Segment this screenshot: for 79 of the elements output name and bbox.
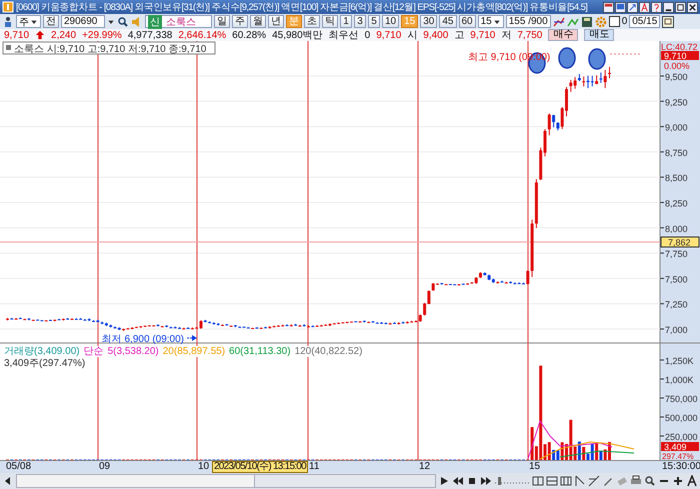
sell-button[interactable]: 매도 [584,29,614,41]
quote-label: 고 [454,29,464,42]
quote-value: 2,646.14% [178,30,226,40]
quote-value: 4,977,338 [128,30,172,40]
interval-dropdown[interactable]: 15 [478,15,504,28]
volume-legend-item: 단순 [84,346,104,357]
x-axis-label: 09 [99,461,110,473]
x-axis-label: 10 [198,461,210,473]
period-tab[interactable]: 주 [232,15,248,28]
quote-value: 9,710 [470,30,496,40]
interval-button[interactable]: 45 [439,15,456,28]
checkbox-label: 0 [622,16,628,27]
volume-axis-label: 750,000 [665,394,698,404]
price-axis-label: 9,000 [665,122,688,133]
price-axis-label: 8,500 [665,173,688,184]
date-field[interactable]: 05/15 [629,15,660,28]
price-axis-label: 8,750 [665,148,688,158]
volume-legend-item: 거래량(3,409.00) [4,346,80,357]
volume-axis-label: 250,000 [665,432,698,442]
price-axis-label: 7,250 [665,300,688,310]
quote-label: 시 [407,29,418,42]
volume-legend-item: 60(31,113.30) [229,346,291,357]
quote-value: 2,240 [51,30,76,40]
price-axis-label: 9,250 [665,97,688,108]
price-axis-label: 7,500 [665,274,688,284]
stock-name-field[interactable]: 신 소룩스 [145,15,212,28]
quote-value: 7,750 [517,30,542,40]
price-axis-label: 9,500 [665,72,688,82]
period-tab[interactable]: 월 [250,15,266,28]
price-axis-label: 8,000 [665,224,688,234]
volume-legend-item: 20(85,897.55) [162,346,226,357]
quote-value: 최우선 [328,29,359,42]
quote-value: +29.99% [82,30,122,40]
period-tab[interactable]: 년 [268,15,284,28]
quote-value: 45,980백만 [272,29,323,42]
x-axis-label: 05/08 [6,461,32,473]
volume-axis-label: 500,000 [665,413,698,423]
x-axis-label: 15 [529,461,540,473]
last-volume-label: 3,409 [661,442,699,452]
buy-button[interactable]: 매수 [548,29,578,41]
period-tab[interactable]: 틱 [322,15,338,28]
low-price-note: 최저 6,900 (09:00) [102,334,184,345]
code-field[interactable]: 290690 [61,15,105,28]
last-price-label: 9,710 [661,51,699,61]
quote-value: 60.28% [232,30,266,40]
quote-label: 저 [501,29,512,42]
quote-value: 9,710 [376,30,402,40]
volume-axis-label: 1,000K [665,375,694,385]
quote-value: 9,710 [4,30,30,40]
period-tab[interactable]: 일 [214,15,230,28]
bar-count-field[interactable]: 155 /900 [506,15,551,28]
chart-legend: 소룩스 시:9,710 고:9,710 저:9,710 종:9,710 [2,42,216,55]
change-label: 0.00% [664,61,690,71]
interval-button[interactable]: 10 [382,15,400,28]
x-axis-label: 11 [309,461,320,473]
interval-button[interactable]: 30 [420,15,438,28]
x-axis-label: 12 [419,461,430,473]
volume-legend-item: 120(40,822.52) [294,346,362,357]
prev-button[interactable]: 전 [43,15,59,28]
volume-ratio-label: 297.47% [662,452,694,460]
cursor-time-label: 2023/05/10(수) 13:15:00 [212,461,308,473]
price-axis-label: 7,000 [665,325,688,335]
market-dropdown[interactable]: 주 [16,15,41,28]
window-title: [0600] 키움종합차트 - [0830A] 외국인보유[31(천)] 주식수[9,257(천)] 액면[100] 자본금[6(억)] 결산[12월] EPS[-525] 시가총액[802(억)] 유통비율[54.5] [16,0,588,14]
high-price-note: 최고 9,710 (09:00) [468,52,550,63]
volume-axis-label: 1,250K [665,356,694,366]
volume-summary: 3,409주(297.47%) [4,358,86,369]
interval-button[interactable]: 3 [354,15,366,28]
interval-button[interactable]: 60 [458,15,476,28]
quote-value: 9,400 [423,30,448,40]
lc-label: LC:40.72 [661,42,698,52]
price-axis-label: 7,750 [665,249,688,260]
volume-legend-item: 5(3,538.20) [108,346,159,357]
quote-value: 0 [364,30,370,40]
price-axis-label: 8,250 [665,198,688,208]
crosshair-price-label: 7,862 [660,236,700,248]
interval-button[interactable]: 5 [368,15,380,28]
interval-button[interactable]: 1 [340,15,352,28]
period-tab[interactable]: 초 [304,15,320,28]
